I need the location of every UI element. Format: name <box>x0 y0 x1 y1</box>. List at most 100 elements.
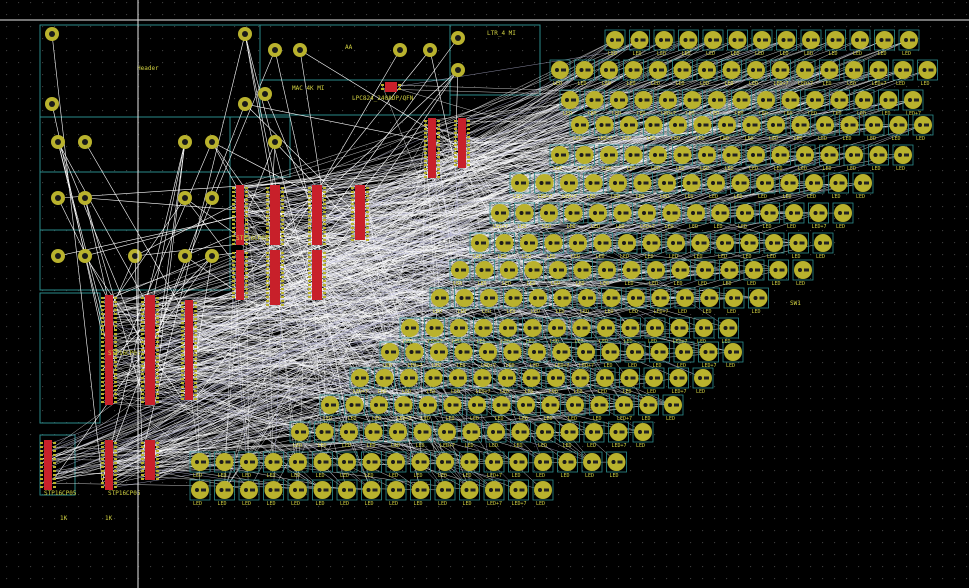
led-ref-label: LED <box>547 254 556 260</box>
led-ref-label: LED <box>669 254 678 260</box>
led-ref-label: LED <box>823 81 832 87</box>
through-hole-pad[interactable] <box>45 27 59 41</box>
led-ref-label: LED <box>627 81 636 87</box>
led-ref-label: LED <box>316 473 325 479</box>
led-ref-label: LED <box>738 224 747 230</box>
led-ref-label: LED+7 <box>598 136 613 142</box>
through-hole-pad[interactable] <box>205 135 219 149</box>
led-ref-label: LED <box>725 166 734 172</box>
led-ref-label: LED <box>633 51 642 57</box>
led-ref-label: LED <box>514 443 523 449</box>
led-ref-label: LED <box>438 501 447 507</box>
led-ref-label: LED <box>378 389 387 395</box>
through-hole-pad[interactable] <box>258 87 272 101</box>
through-hole-pad[interactable] <box>78 135 92 149</box>
led-ref-label: LED <box>696 389 705 395</box>
label-ic-sip-3: STP16CP05 <box>44 490 77 497</box>
led-ref-label: LED <box>780 51 789 57</box>
through-hole-pad[interactable] <box>128 249 142 263</box>
through-hole-pad[interactable] <box>293 43 307 57</box>
led-ref-label: LED <box>676 81 685 87</box>
led-ref-label: LED+7 <box>562 194 577 200</box>
led-ref-label: LED <box>784 111 793 117</box>
led-ref-label: LED <box>689 224 698 230</box>
through-hole-pad[interactable] <box>51 249 65 263</box>
led-ref-label: LED+7 <box>812 224 827 230</box>
through-hole-pad[interactable] <box>205 249 219 263</box>
led-ref-label: LED <box>291 473 300 479</box>
led-ref-label: LED <box>676 166 685 172</box>
through-hole-pad[interactable] <box>393 43 407 57</box>
led-ref-label: LED <box>342 443 351 449</box>
through-hole-pad[interactable] <box>51 191 65 205</box>
led-ref-label: LED <box>625 281 634 287</box>
led-ref-label: LED <box>340 473 349 479</box>
through-hole-pad[interactable] <box>45 97 59 111</box>
through-hole-pad[interactable] <box>238 27 252 41</box>
led-ref-label: LED <box>608 51 617 57</box>
through-hole-pad[interactable] <box>178 249 192 263</box>
led-ref-label: LED <box>389 501 398 507</box>
led-ref-label: LED <box>600 281 609 287</box>
led-ref-label: LED <box>611 194 620 200</box>
led-ref-label: LED <box>731 51 740 57</box>
led-ref-label: LED <box>772 281 781 287</box>
led-ref-label: LED <box>735 111 744 117</box>
led-ref-label: LED <box>544 416 553 422</box>
led-ref-label: LED <box>783 194 792 200</box>
led-ref-label: LED+7 <box>617 416 632 422</box>
led-ref-label: LED <box>473 254 482 260</box>
led-ref-label: LED <box>720 136 729 142</box>
led-ref-label: LED <box>749 81 758 87</box>
through-hole-pad[interactable] <box>78 191 92 205</box>
through-hole-pad[interactable] <box>238 97 252 111</box>
led-ref-label: LED <box>882 111 891 117</box>
led-ref-label: LED <box>571 254 580 260</box>
led-ref-label: LED <box>323 416 332 422</box>
led-ref-label: LED <box>620 254 629 260</box>
led-ref-label: LED <box>674 281 683 287</box>
through-hole-pad[interactable] <box>423 43 437 57</box>
through-hole-pad[interactable] <box>78 249 92 263</box>
led-ref-label: LED <box>451 389 460 395</box>
led-ref-label: LED <box>563 443 572 449</box>
through-hole-pad[interactable] <box>451 63 465 77</box>
led-ref-label: LED <box>291 501 300 507</box>
led-ref-label: LED <box>787 224 796 230</box>
led-ref-label: LED <box>438 473 447 479</box>
led-ref-label: LED <box>527 281 536 287</box>
led-ref-label: LED <box>749 166 758 172</box>
led-ref-label: LED <box>556 309 565 315</box>
led-ref-label: LED+7 <box>493 224 508 230</box>
ic-package[interactable] <box>141 440 159 480</box>
through-hole-pad[interactable] <box>205 191 219 205</box>
led-ref-label: LED <box>847 81 856 87</box>
through-hole-pad[interactable] <box>451 31 465 45</box>
led-ref-label: LED <box>745 136 754 142</box>
led-ref-label: LED <box>847 166 856 172</box>
led-ref-label: LED <box>734 194 743 200</box>
led-ref-label: LED <box>627 166 636 172</box>
led-ref-label: LED <box>585 473 594 479</box>
through-hole-pad[interactable] <box>178 135 192 149</box>
led-ref-label: LED <box>792 254 801 260</box>
through-hole-pad[interactable] <box>268 43 282 57</box>
label-module-ref: LTR_4 MI <box>487 30 516 37</box>
led-ref-label: LED <box>536 501 545 507</box>
led-ref-label: LED <box>536 473 545 479</box>
led-ref-label: LED+7 <box>487 501 502 507</box>
led-ref-label: LED <box>573 136 582 142</box>
label-switch: SW1 <box>790 300 801 307</box>
through-hole-pad[interactable] <box>268 135 282 149</box>
led-ref-label: LED <box>647 389 656 395</box>
led-ref-label: LED+7 <box>640 224 655 230</box>
through-hole-pad[interactable] <box>178 191 192 205</box>
led-ref-label: LED <box>700 166 709 172</box>
led-ref-label: LED <box>242 501 251 507</box>
pcb-canvas[interactable]: LED LED LED LED LED LED LED LED LED LED LED LED LED L… <box>0 0 969 588</box>
through-hole-pad[interactable] <box>51 135 65 149</box>
led-ref-label: LED <box>698 281 707 287</box>
led-ref-label: LED <box>193 473 202 479</box>
led-ref-label: LED <box>823 166 832 172</box>
led-ref-label: LED <box>458 309 467 315</box>
